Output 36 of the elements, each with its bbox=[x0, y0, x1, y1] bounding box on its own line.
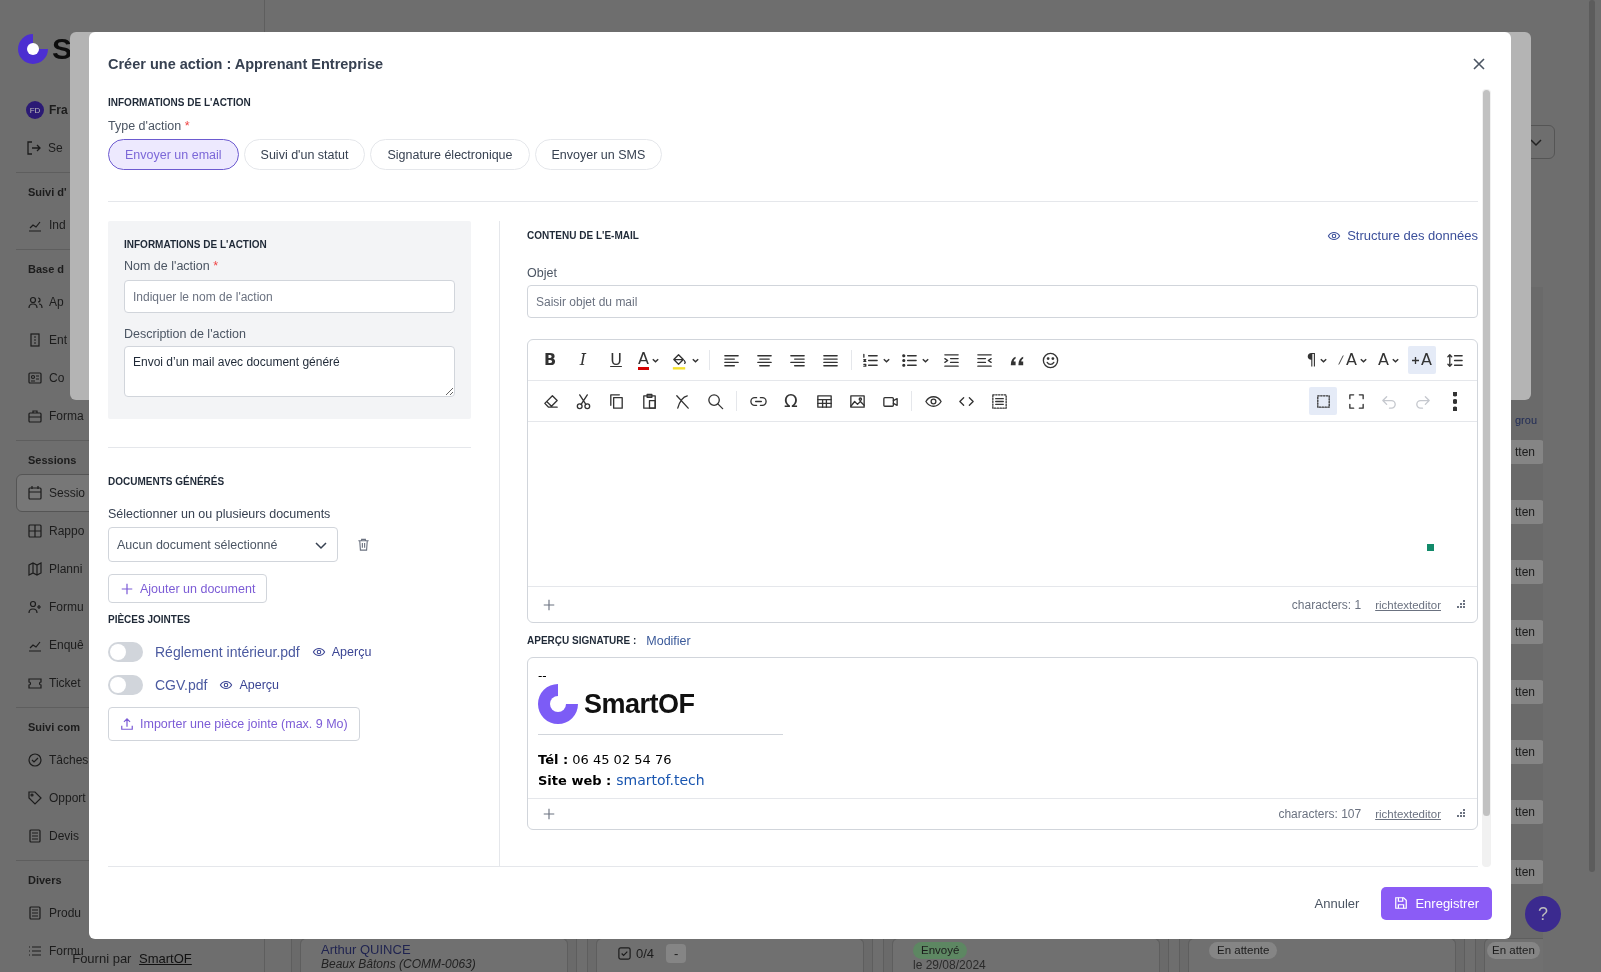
tag: - bbox=[666, 944, 687, 963]
file-name: CGV.pdf bbox=[155, 676, 208, 693]
status-badge: En attente bbox=[1209, 942, 1278, 959]
section-title: Sessions bbox=[28, 453, 77, 468]
character-count: characters: 107 bbox=[1278, 807, 1362, 821]
field-label: Description de l'action bbox=[124, 326, 247, 342]
file-name: Réglement intérieur.pdf bbox=[155, 643, 300, 660]
section-heading: INFORMATIONS DE L'ACTION bbox=[108, 96, 252, 110]
field-label: Nom de l'action * bbox=[124, 258, 220, 274]
logo-text: SmartOF bbox=[584, 688, 695, 720]
section-heading: DOCUMENTS GÉNÉRÉS bbox=[108, 475, 225, 489]
avatar: FD bbox=[26, 101, 44, 119]
date-text: le 29/08/2024 bbox=[913, 959, 987, 972]
section-heading: INFORMATIONS DE L'ACTION bbox=[124, 238, 268, 252]
user-name: Fra bbox=[49, 103, 68, 117]
section-title: Suivi com bbox=[28, 720, 80, 735]
company-name: Beaux Bâtons (COMM-0063) bbox=[321, 957, 477, 971]
status-badge: Envoyé bbox=[913, 942, 968, 959]
section-title: Divers bbox=[28, 873, 62, 888]
character-count: characters: 1 bbox=[1291, 597, 1362, 612]
logo-text: S bbox=[52, 32, 72, 66]
dialog-title: Créer une action : Apprenant Entreprise bbox=[108, 56, 384, 72]
status-badge: En atten bbox=[1487, 942, 1540, 959]
section-title: Suivi d' bbox=[28, 185, 67, 200]
field-label: Type d'action * bbox=[108, 118, 191, 134]
field-label: Sélectionner un ou plusieurs documents bbox=[108, 506, 331, 522]
section-title: Base d bbox=[28, 262, 65, 277]
section-heading: APERÇU SIGNATURE : bbox=[527, 634, 637, 648]
section-heading: CONTENU DE L'E-MAIL bbox=[527, 228, 639, 243]
task-count: 0/4 bbox=[636, 946, 655, 961]
phone-text: Tél : 06 45 02 54 76 bbox=[538, 751, 673, 769]
field-label: Objet bbox=[527, 265, 558, 281]
signature-separator: -- bbox=[538, 670, 548, 682]
section-heading: PIÈCES JOINTES bbox=[108, 613, 191, 627]
website-label: Site web : bbox=[538, 772, 612, 790]
group-label: grou bbox=[1514, 413, 1539, 427]
